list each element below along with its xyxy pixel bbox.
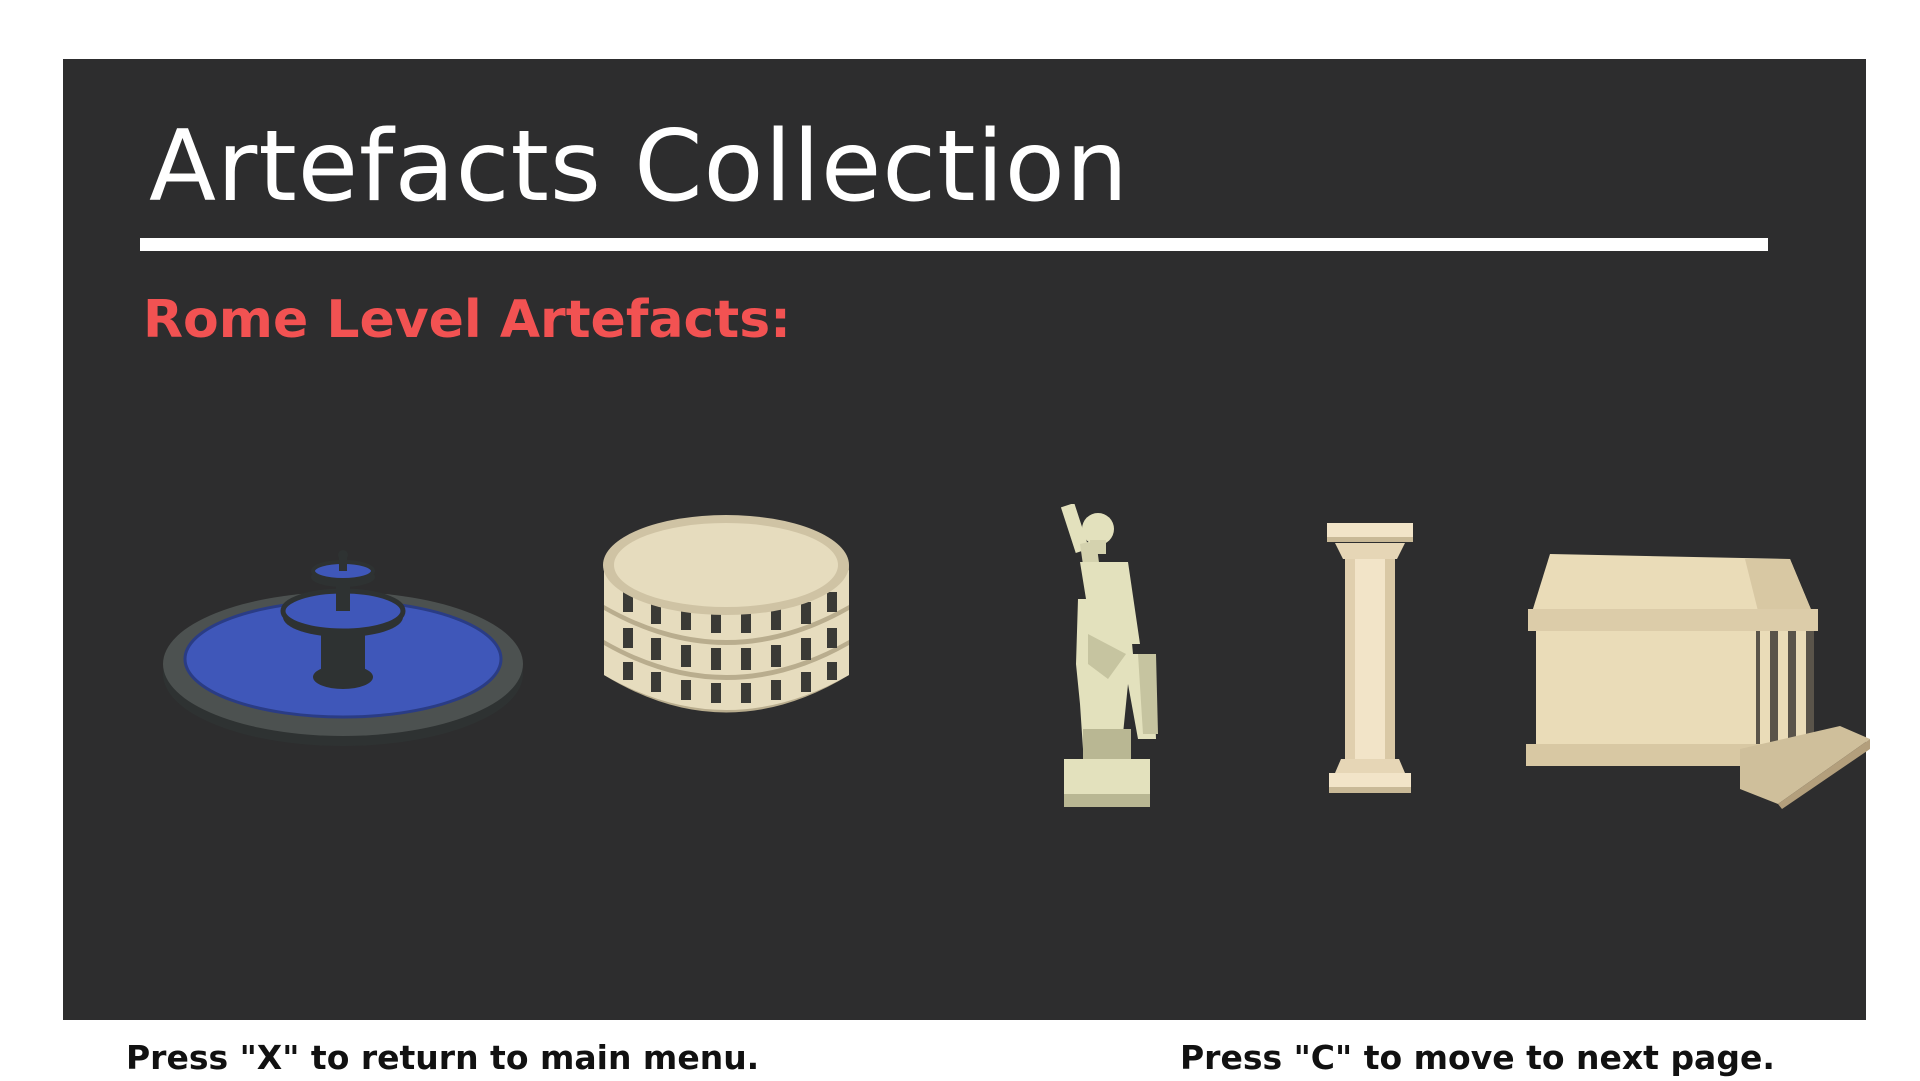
- temple-icon: [1520, 554, 1870, 809]
- fountain-icon: [158, 499, 528, 779]
- next-page-hint: Press "C" to move to next page.: [1180, 1038, 1775, 1077]
- statue-icon: [988, 504, 1168, 814]
- column-icon: [1325, 521, 1415, 796]
- return-menu-hint: Press "X" to return to main menu.: [126, 1038, 760, 1077]
- colosseum-icon: [599, 510, 854, 730]
- artefacts-panel: Artefacts Collection Rome Level Artefact…: [63, 59, 1870, 1020]
- artefacts-row: [63, 59, 1870, 1020]
